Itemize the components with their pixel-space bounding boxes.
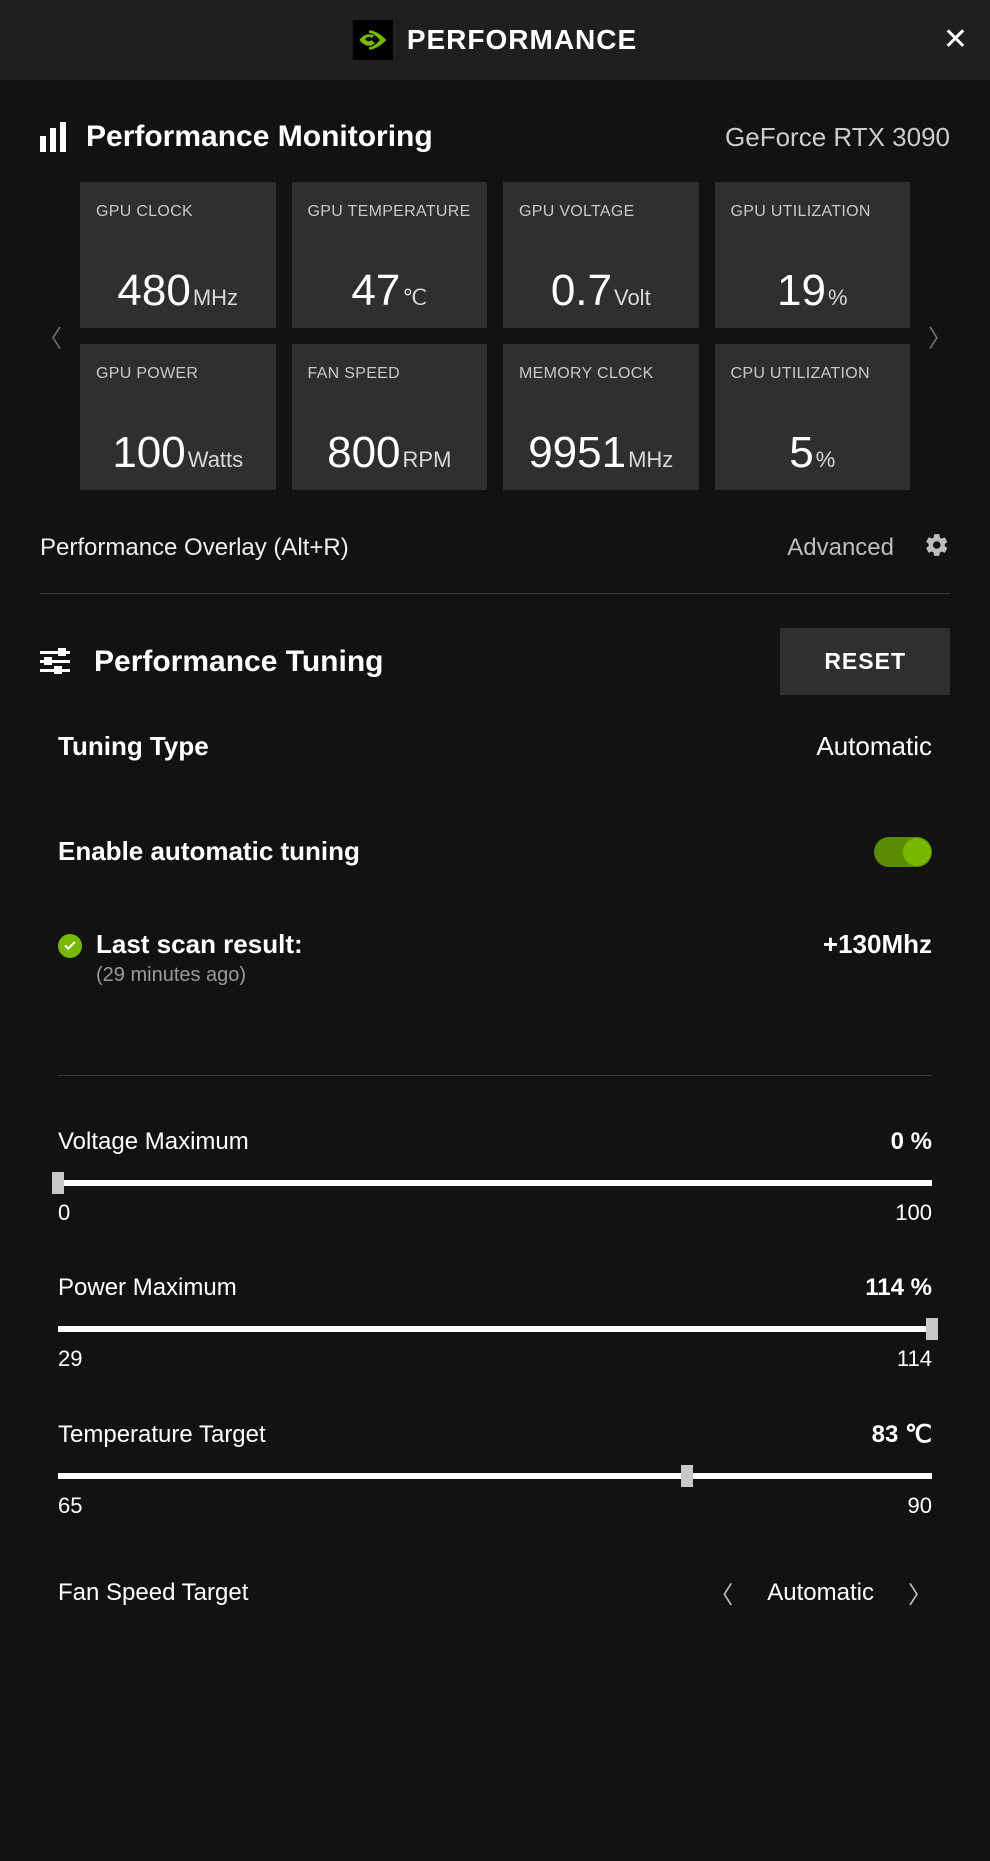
metric-unit: MHz [628, 447, 673, 473]
metric-label: GPU UTILIZATION [731, 202, 895, 222]
power-max: 114 [897, 1346, 932, 1372]
overlay-label: Performance Overlay (Alt+R) [40, 534, 349, 562]
auto-tuning-label: Enable automatic tuning [58, 836, 360, 867]
metric-value: 5 [789, 428, 813, 478]
metric-unit: ℃ [402, 285, 427, 311]
temp-max: 90 [908, 1493, 932, 1519]
fan-speed-row: Fan Speed Target 〈 Automatic 〉 [40, 1575, 950, 1610]
voltage-slider[interactable] [58, 1180, 932, 1186]
metric-tile[interactable]: GPU VOLTAGE 0.7Volt [503, 182, 699, 328]
voltage-label: Voltage Maximum [58, 1128, 249, 1156]
metric-tile[interactable]: GPU POWER 100Watts [80, 344, 276, 490]
temp-min: 65 [58, 1493, 82, 1519]
scan-result-time: (29 minutes ago) [96, 964, 303, 987]
header-title-group: PERFORMANCE [353, 20, 637, 60]
power-slider-block: Power Maximum 114 % 29 114 [40, 1274, 950, 1372]
close-icon: ✕ [943, 23, 968, 56]
fan-prev-button[interactable]: 〈 [709, 1575, 733, 1610]
temp-slider-block: Temperature Target 83 ℃ 65 90 [40, 1420, 950, 1519]
gear-icon [924, 532, 950, 558]
overlay-row: Performance Overlay (Alt+R) Advanced [40, 532, 950, 594]
header-title: PERFORMANCE [407, 24, 637, 56]
close-button[interactable]: ✕ [943, 25, 968, 55]
metric-tile[interactable]: FAN SPEED 800RPM [292, 344, 488, 490]
power-value: 114 % [865, 1274, 932, 1302]
metrics-carousel: 〈 GPU CLOCK480MHzGPU TEMPERATURE47℃GPU V… [40, 182, 950, 490]
voltage-max: 100 [895, 1200, 932, 1226]
metric-unit: Watts [188, 447, 243, 473]
chevron-left-icon: 〈 [38, 326, 62, 353]
fan-speed-stepper: 〈 Automatic 〉 [709, 1575, 932, 1610]
temp-label: Temperature Target [58, 1421, 266, 1449]
metric-unit: % [828, 285, 848, 311]
metric-label: GPU VOLTAGE [519, 202, 683, 222]
fan-speed-value: Automatic [767, 1579, 874, 1607]
metric-label: CPU UTILIZATION [731, 364, 895, 384]
metric-value: 0.7 [551, 266, 612, 316]
nvidia-logo-icon [353, 20, 393, 60]
metric-tile[interactable]: CPU UTILIZATION 5% [715, 344, 911, 490]
bars-icon [40, 122, 66, 152]
fan-speed-label: Fan Speed Target [58, 1579, 248, 1607]
power-slider[interactable] [58, 1326, 932, 1332]
scan-result-label: Last scan result: [96, 929, 303, 960]
metric-tile[interactable]: MEMORY CLOCK 9951MHz [503, 344, 699, 490]
auto-tuning-toggle[interactable] [874, 837, 932, 867]
chevron-left-icon: 〈 [709, 1582, 733, 1609]
voltage-min: 0 [58, 1200, 70, 1226]
tuning-type-value: Automatic [816, 731, 932, 762]
tuning-type-row[interactable]: Tuning Type Automatic [40, 731, 950, 762]
power-label: Power Maximum [58, 1274, 237, 1302]
power-slider-thumb[interactable] [926, 1318, 938, 1340]
metric-label: GPU TEMPERATURE [308, 202, 472, 222]
metric-unit: % [816, 447, 836, 473]
chevron-right-icon: 〉 [908, 1582, 932, 1609]
metrics-prev-button[interactable]: 〈 [38, 319, 62, 354]
voltage-slider-thumb[interactable] [52, 1172, 64, 1194]
voltage-value: 0 % [891, 1128, 932, 1156]
tuning-type-label: Tuning Type [58, 731, 209, 762]
scan-result-value: +130Mhz [823, 929, 932, 960]
metric-value: 19 [777, 266, 826, 316]
metric-tile[interactable]: GPU UTILIZATION 19% [715, 182, 911, 328]
check-icon [58, 934, 82, 958]
voltage-slider-block: Voltage Maximum 0 % 0 100 [40, 1128, 950, 1226]
tuning-header: Performance Tuning RESET [40, 628, 950, 695]
monitoring-title: Performance Monitoring [86, 120, 433, 154]
monitoring-header: Performance Monitoring GeForce RTX 3090 [40, 80, 950, 154]
temp-value: 83 ℃ [872, 1420, 932, 1449]
metric-value: 800 [327, 428, 400, 478]
temp-slider-thumb[interactable] [681, 1465, 693, 1487]
metric-label: MEMORY CLOCK [519, 364, 683, 384]
metric-value: 9951 [528, 428, 626, 478]
metrics-next-button[interactable]: 〉 [928, 319, 952, 354]
power-min: 29 [58, 1346, 82, 1372]
fan-next-button[interactable]: 〉 [908, 1575, 932, 1610]
reset-button[interactable]: RESET [780, 628, 950, 695]
temp-slider[interactable] [58, 1473, 932, 1479]
sliders-icon [40, 649, 70, 675]
tuning-title: Performance Tuning [94, 645, 383, 679]
metric-label: FAN SPEED [308, 364, 472, 384]
metric-label: GPU POWER [96, 364, 260, 384]
metric-tile[interactable]: GPU CLOCK 480MHz [80, 182, 276, 328]
overlay-settings-button[interactable] [924, 532, 950, 563]
metric-value: 100 [112, 428, 185, 478]
metric-unit: Volt [614, 285, 651, 311]
metric-unit: RPM [403, 447, 452, 473]
app-header: PERFORMANCE ✕ [0, 0, 990, 80]
chevron-right-icon: 〉 [928, 326, 952, 353]
metric-unit: MHz [193, 285, 238, 311]
metric-value: 47 [351, 266, 400, 316]
metric-value: 480 [117, 266, 190, 316]
scan-result-row: Last scan result: (29 minutes ago) +130M… [40, 929, 950, 987]
gpu-name-label: GeForce RTX 3090 [725, 122, 950, 153]
auto-tuning-row: Enable automatic tuning [40, 836, 950, 867]
overlay-advanced-link[interactable]: Advanced [787, 534, 894, 562]
metric-label: GPU CLOCK [96, 202, 260, 222]
metric-tile[interactable]: GPU TEMPERATURE 47℃ [292, 182, 488, 328]
section-divider [58, 1075, 932, 1076]
